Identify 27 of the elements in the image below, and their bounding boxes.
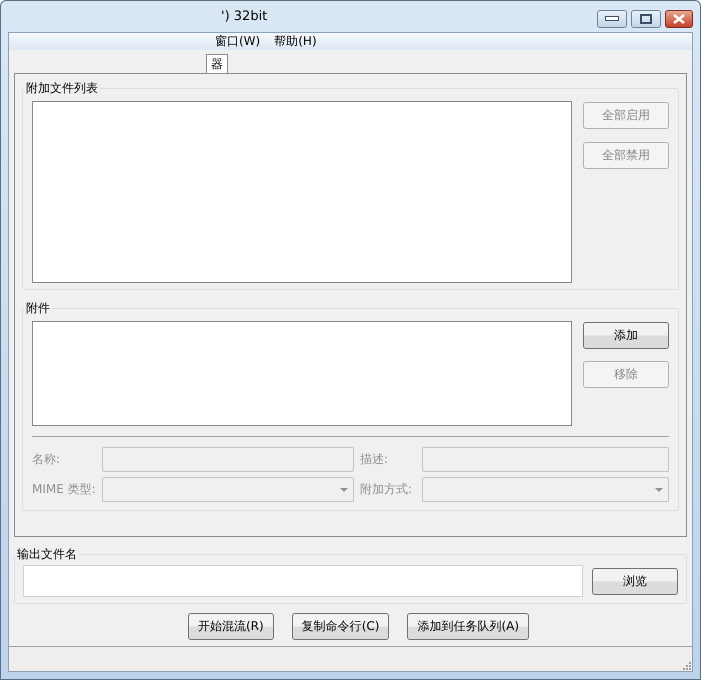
minimize-icon <box>605 16 619 22</box>
field-label: MIME 类型: <box>32 481 96 498</box>
action-button[interactable]: 添加到任务队列(A) <box>407 613 530 640</box>
group-title: 附件 <box>25 300 51 317</box>
maximize-button[interactable] <box>631 10 661 28</box>
close-button[interactable] <box>665 10 693 28</box>
attachment-list[interactable] <box>32 321 572 426</box>
field-label: 附加方式: <box>360 481 414 498</box>
action-button[interactable]: 开始混流(R) <box>188 613 274 640</box>
input-field[interactable] <box>23 565 583 597</box>
action-button[interactable]: 复制命令行(C) <box>292 613 390 640</box>
menu-item[interactable]: 窗口(W) <box>215 33 260 50</box>
window-title: ') 32bit <box>221 9 268 24</box>
field-label: 描述: <box>360 451 390 468</box>
group-title: 附加文件列表 <box>25 80 99 97</box>
file-list[interactable] <box>32 101 572 283</box>
menu-item[interactable]: 帮助(H) <box>274 33 317 50</box>
caret-icon <box>340 488 348 492</box>
caret-icon <box>655 488 663 492</box>
group-title: 输出文件名 <box>16 546 78 563</box>
tab[interactable]: 器 <box>206 54 228 74</box>
browse-button[interactable]: 浏览 <box>592 568 678 594</box>
minimize-button[interactable] <box>597 10 627 28</box>
close-icon <box>672 14 686 24</box>
maximize-icon <box>640 14 652 24</box>
field-label: 名称: <box>32 451 62 468</box>
button[interactable]: 添加 <box>583 322 669 349</box>
